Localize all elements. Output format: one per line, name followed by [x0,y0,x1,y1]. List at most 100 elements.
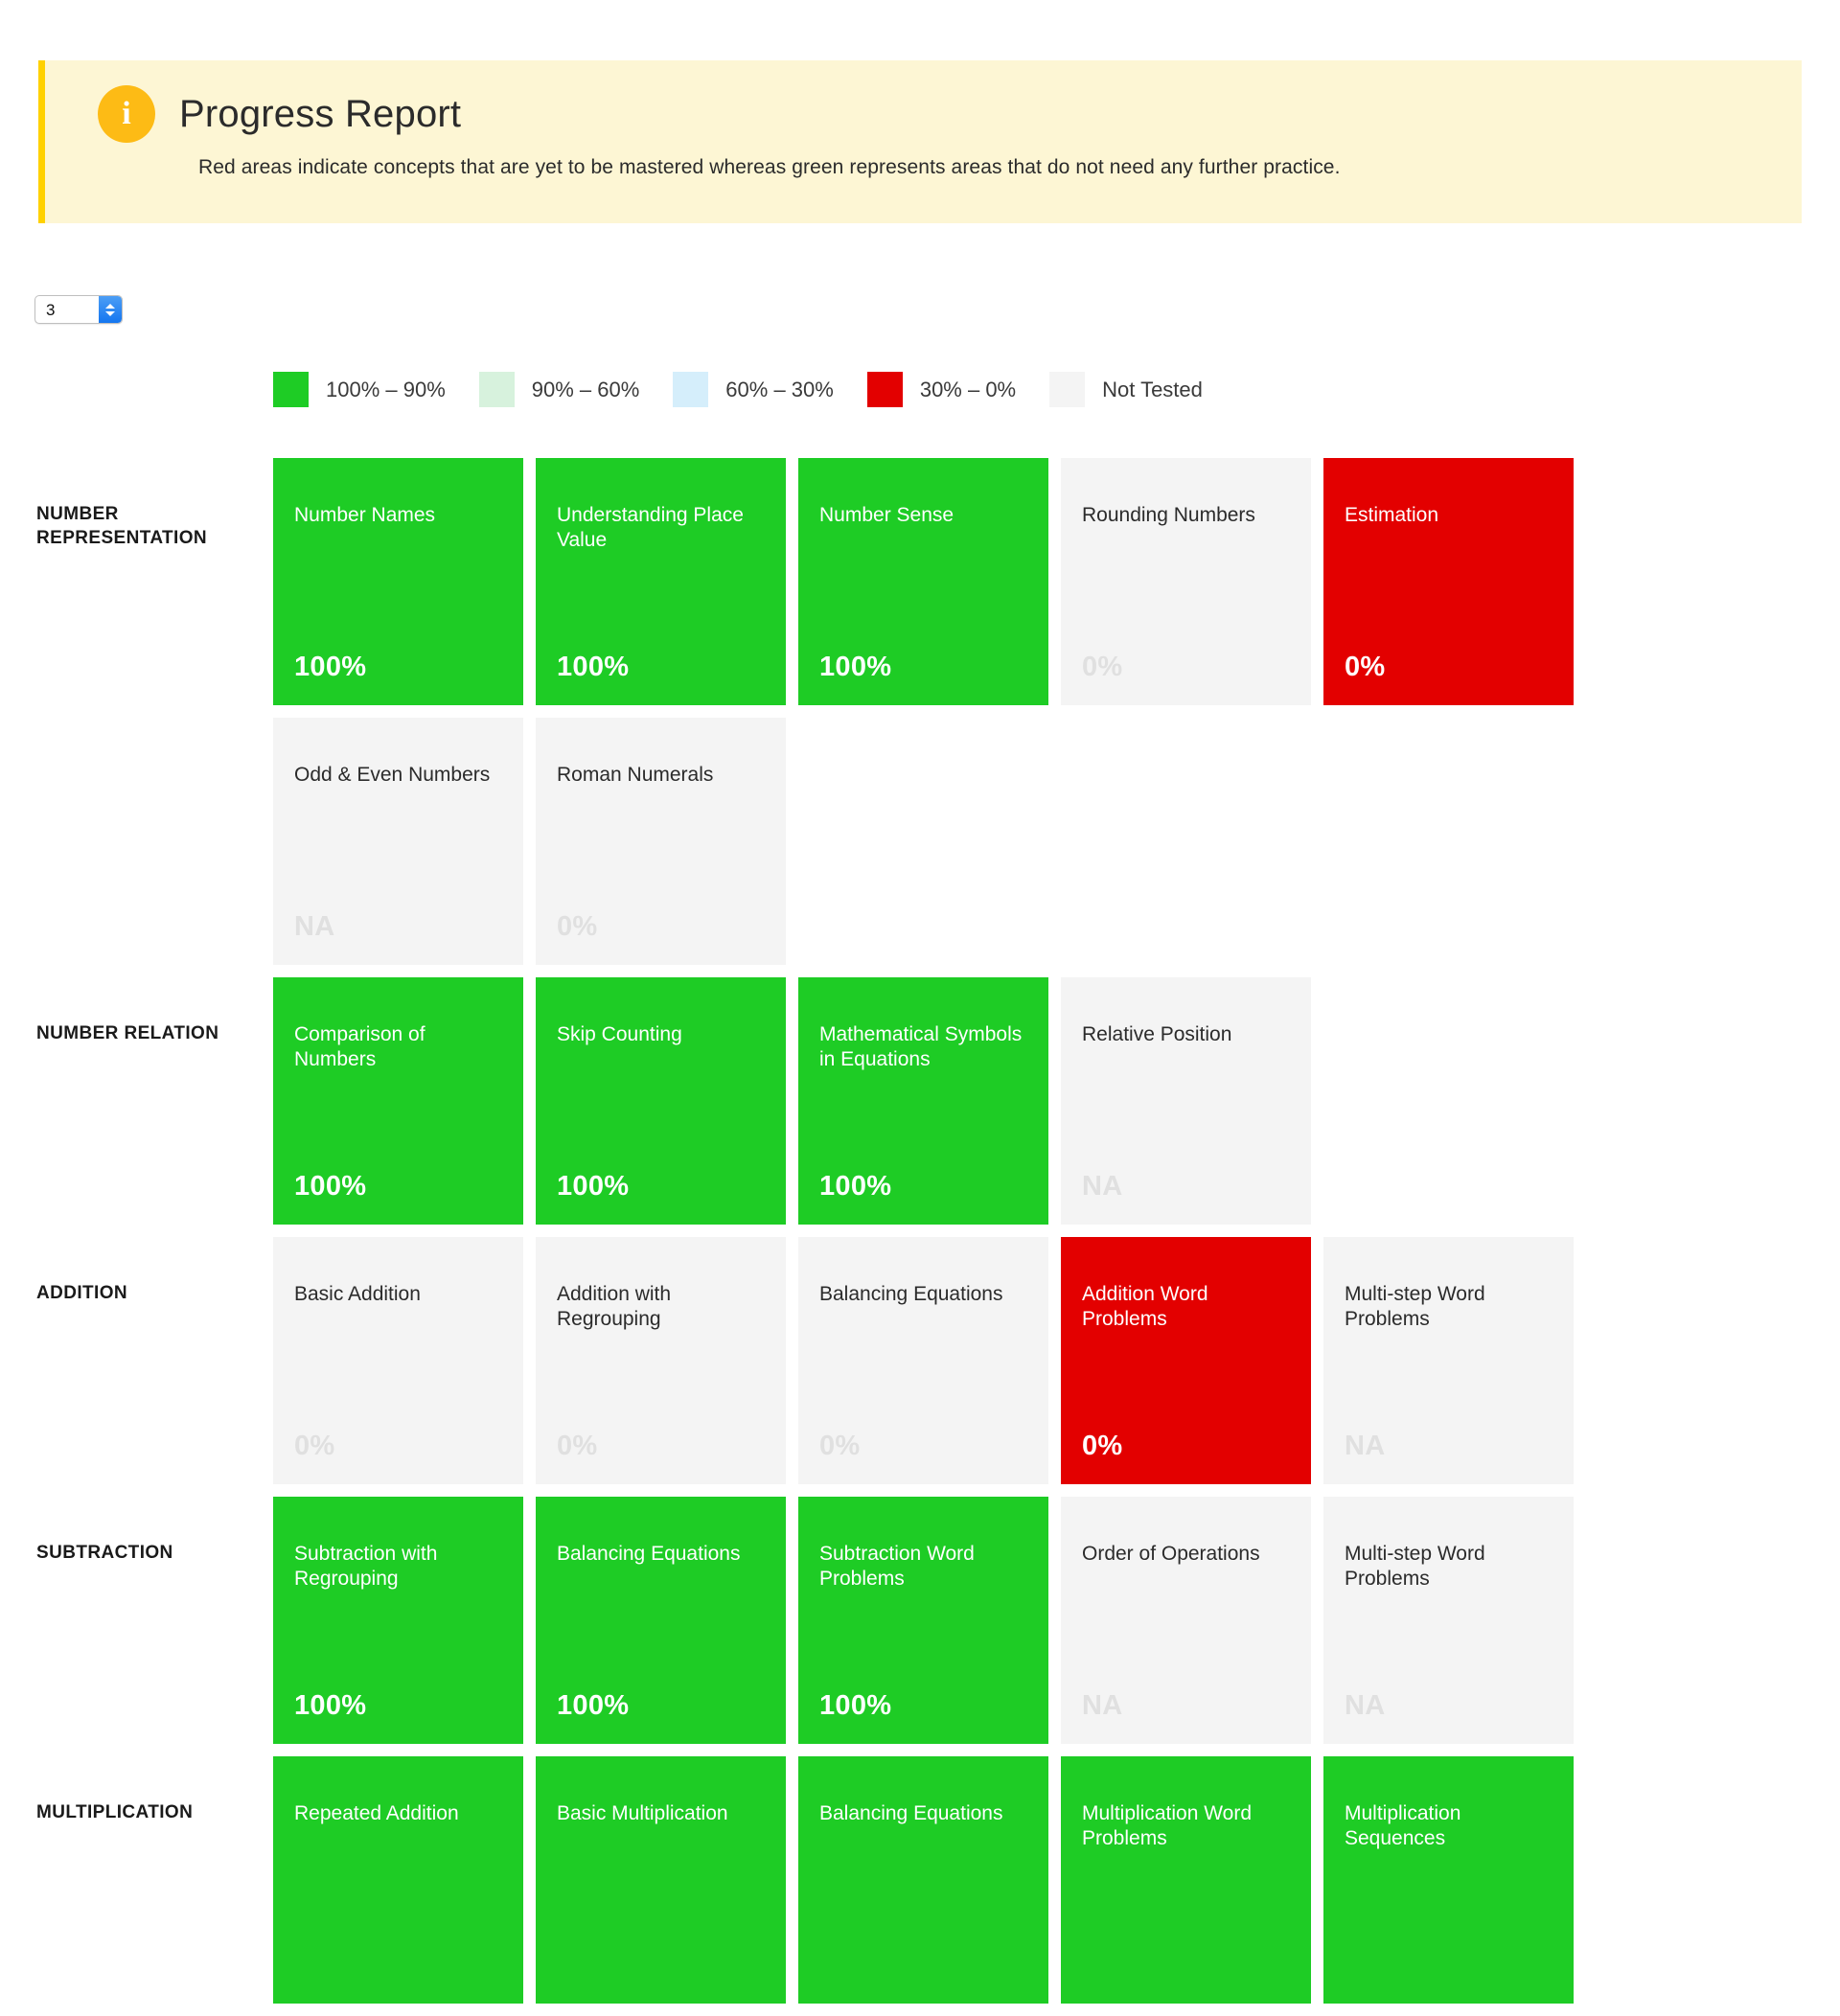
grid-row: NUMBER RELATION Comparison of Numbers 100%… [0,977,1840,1225]
legend-swatch [273,372,309,407]
concept-tile-title: Multiplication Sequences [1345,1802,1461,1850]
legend-item: 30% – 0% [866,372,1017,407]
concept-tile[interactable]: Estimation 0% [1323,458,1574,705]
concept-tile[interactable]: Addition with Regrouping 0% [536,1237,786,1484]
concept-tile[interactable]: Multi-step Word Problems NA [1323,1497,1574,1744]
concept-tile[interactable]: Relative Position NA [1061,977,1311,1225]
concept-tile-score: 100% [294,1171,367,1202]
grade-select-wrapper[interactable]: 3 [34,295,123,324]
concept-tile[interactable]: Order of Operations NA [1061,1497,1311,1744]
concept-tile[interactable]: Number Sense 100% [798,458,1048,705]
concept-tile-title: Odd & Even Numbers [294,764,491,786]
mastery-grid: NUMBER REPRESENTATION Number Names 100% Und… [0,458,1840,2016]
concept-tile-title: Subtraction with Regrouping [294,1543,438,1591]
concept-tile-title: Rounding Numbers [1082,504,1255,526]
concept-tile-score: 100% [294,1690,367,1721]
legend-swatch [478,372,515,407]
concept-tile-score: 100% [294,652,367,682]
legend-item: 60% – 30% [673,372,834,407]
concept-tile-title: Balancing Equations [819,1802,1003,1824]
concept-tile[interactable]: Roman Numerals 0% [536,718,786,965]
concept-tile-score: 100% [557,1171,630,1202]
legend-label: 90% – 60% [531,377,640,401]
legend: 100% – 90% 90% – 60% 60% – 30% 30% – 0% Not … [273,372,1236,407]
row-tiles: Number Names 100% Understanding Place Valu… [273,458,1574,705]
concept-tile[interactable]: Multi-step Word Problems NA [1323,1237,1574,1484]
concept-tile-title: Mathematical Symbols in Equations [819,1023,1023,1071]
concept-tile[interactable]: Balancing Equations [798,1756,1048,2004]
concept-tile-title: Basic Multiplication [557,1802,728,1824]
concept-tile-title: Estimation [1345,504,1439,526]
concept-tile-score: 0% [1082,1431,1123,1461]
concept-tile-title: Subtraction Word Problems [819,1543,975,1591]
concept-tile-title: Multiplication Word Problems [1082,1802,1253,1850]
row-label: MULTIPLICATION [36,1802,194,1822]
concept-tile-score: 0% [557,1431,598,1461]
grade-select[interactable]: 3 [34,295,123,324]
banner-description: Red areas indicate concepts that are yet… [198,156,1341,178]
concept-tile-title: Addition Word Problems [1082,1283,1208,1331]
concept-tile[interactable]: Addition Word Problems 0% [1061,1237,1311,1484]
legend-swatch [866,372,903,407]
concept-tile[interactable]: Rounding Numbers 0% [1061,458,1311,705]
concept-tile-score: 100% [819,1690,892,1721]
legend-label: Not Tested [1102,377,1203,401]
concept-tile-title: Addition with Regrouping [557,1283,672,1331]
legend-label: 60% – 30% [725,377,834,401]
concept-tile-score: 100% [819,1171,892,1202]
concept-tile[interactable]: Balancing Equations 0% [798,1237,1048,1484]
grid-row: Odd & Even Numbers NA Roman Numerals 0% [0,718,1840,965]
legend-item: Not Tested [1049,372,1203,407]
concept-tile[interactable]: Odd & Even Numbers NA [273,718,523,965]
concept-tile[interactable]: Comparison of Numbers 100% [273,977,523,1225]
grid-row: NUMBER REPRESENTATION Number Names 100% Und… [0,458,1840,705]
row-tiles: Subtraction with Regrouping 100% Balancing… [273,1497,1574,1744]
concept-tile[interactable]: Multiplication Sequences [1323,1756,1574,2004]
concept-tile[interactable]: Understanding Place Value 100% [536,458,786,705]
concept-tile-score: 100% [819,652,892,682]
concept-tile-title: Number Names [294,504,436,526]
concept-tile[interactable]: Subtraction Word Problems 100% [798,1497,1048,1744]
concept-tile-score: 100% [557,652,630,682]
concept-tile-score: NA [1345,1690,1386,1721]
concept-tile-title: Balancing Equations [819,1283,1003,1305]
concept-tile[interactable]: Subtraction with Regrouping 100% [273,1497,523,1744]
legend-label: 30% – 0% [919,377,1017,401]
info-icon: i [98,85,155,143]
concept-tile-title: Roman Numerals [557,764,714,786]
concept-tile-title: Number Sense [819,504,954,526]
concept-tile-score: 0% [1345,652,1386,682]
concept-tile-title: Order of Operations [1082,1543,1260,1565]
legend-label: 100% – 90% [326,377,446,401]
legend-item: 100% – 90% [273,372,446,407]
concept-tile-title: Understanding Place Value [557,504,744,552]
concept-tile-score: 0% [819,1431,861,1461]
grid-row: SUBTRACTION Subtraction with Regrouping 10… [0,1497,1840,1744]
concept-tile-score: 0% [1082,652,1123,682]
concept-tile-score: NA [1345,1431,1386,1461]
concept-tile[interactable]: Basic Multiplication [536,1756,786,2004]
grid-row: ADDITION Basic Addition 0% Addition with Re… [0,1237,1840,1484]
concept-tile-score: 100% [557,1690,630,1721]
chevron-up-icon[interactable] [105,303,115,309]
row-tiles: Basic Addition 0% Addition with Regrouping… [273,1237,1574,1484]
grade-select-stepper[interactable] [99,296,122,323]
row-label: SUBTRACTION [36,1543,173,1563]
row-tiles: Odd & Even Numbers NA Roman Numerals 0% [273,718,786,965]
concept-tile[interactable]: Multiplication Word Problems [1061,1756,1311,2004]
grade-select-value: 3 [46,300,56,319]
concept-tile[interactable]: Mathematical Symbols in Equations 100% [798,977,1048,1225]
concept-tile-title: Skip Counting [557,1023,682,1045]
legend-item: 90% – 60% [478,372,640,407]
concept-tile[interactable]: Number Names 100% [273,458,523,705]
concept-tile[interactable]: Balancing Equations 100% [536,1497,786,1744]
concept-tile-score: 0% [557,911,598,942]
chevron-down-icon[interactable] [105,310,115,316]
concept-tile[interactable]: Basic Addition 0% [273,1237,523,1484]
row-label: NUMBER REPRESENTATION [36,504,208,549]
concept-tile[interactable]: Repeated Addition [273,1756,523,2004]
legend-swatch [1049,372,1086,407]
concept-tile[interactable]: Skip Counting 100% [536,977,786,1225]
concept-tile-score: NA [294,911,335,942]
concept-tile-title: Basic Addition [294,1283,421,1305]
